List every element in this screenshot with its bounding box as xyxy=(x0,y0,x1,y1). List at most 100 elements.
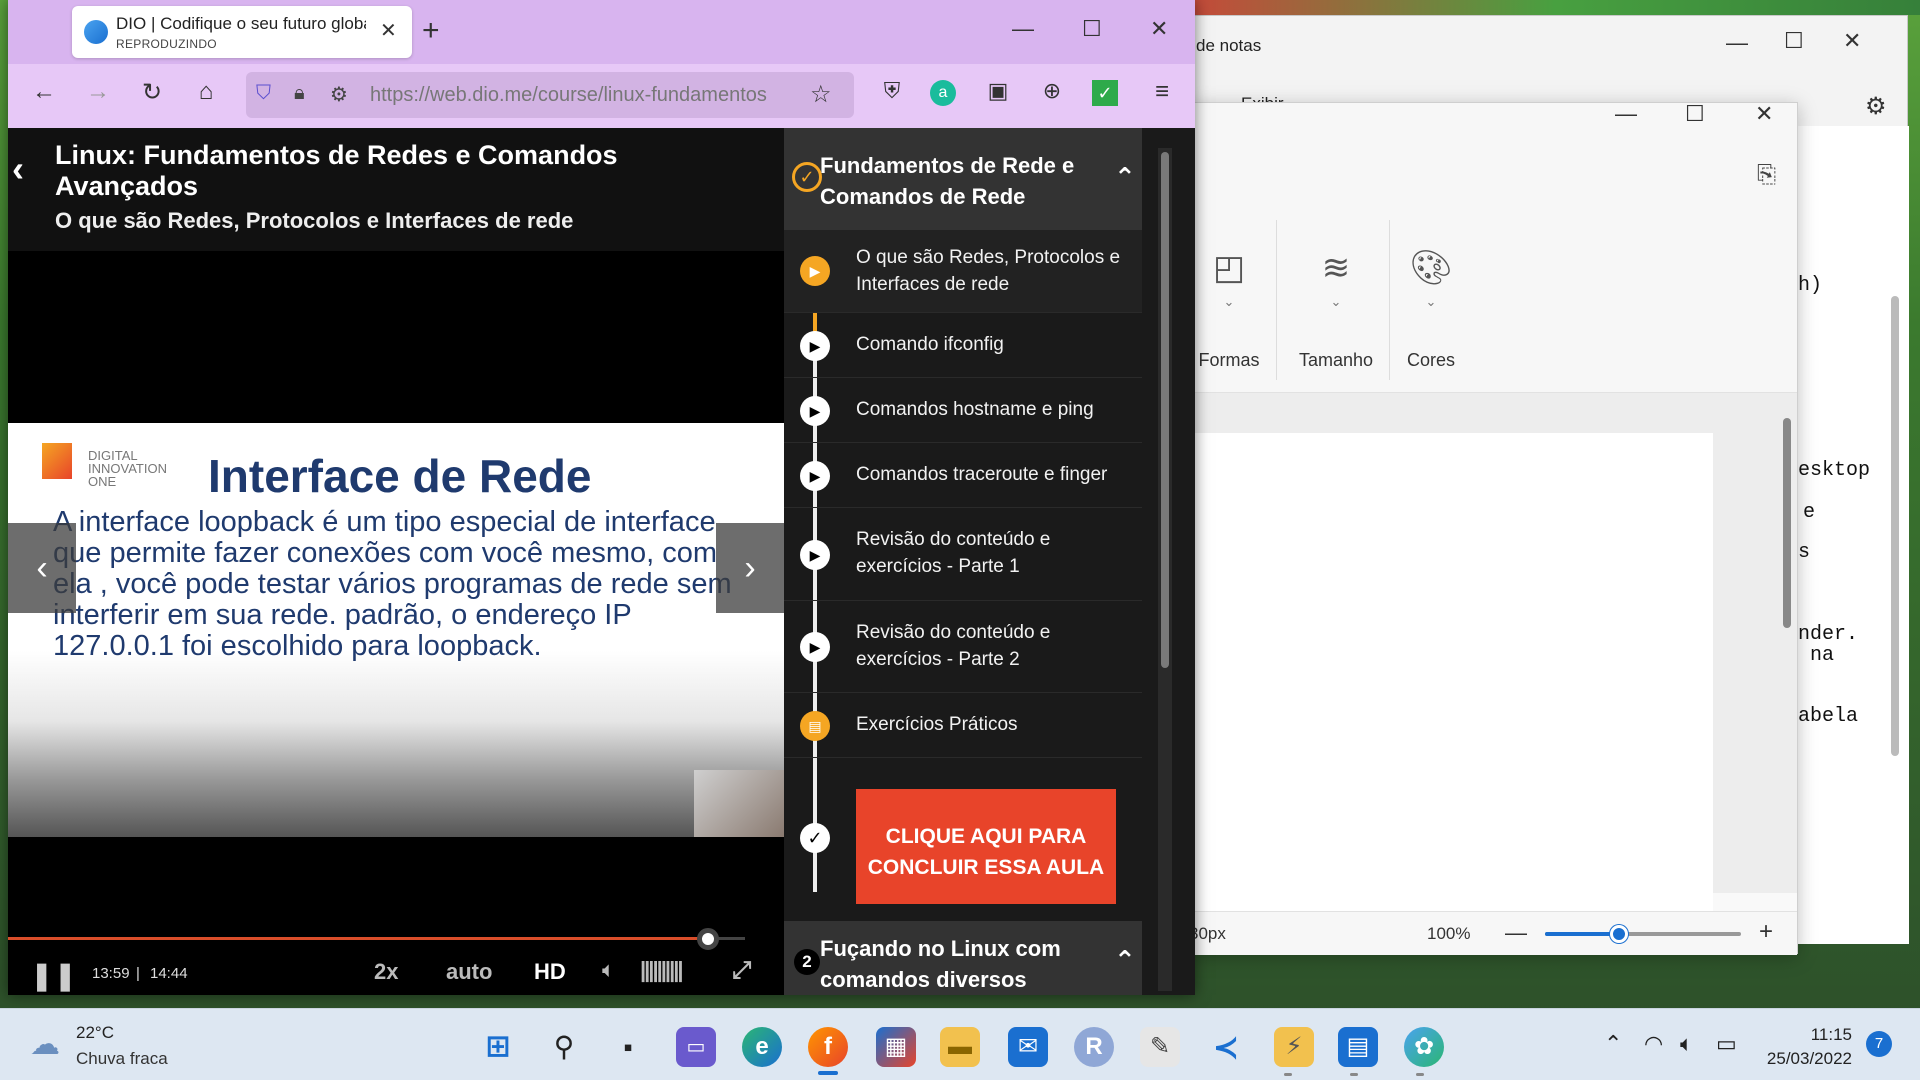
volume-level-bars[interactable]: |||||||||| xyxy=(640,957,684,983)
lesson-item[interactable]: ▶ Comando ifconfig xyxy=(784,313,1142,378)
lesson-item[interactable]: ▶ Revisão do conteúdo e exercícios - Par… xyxy=(784,601,1142,693)
size-tool[interactable]: ≋ ⌄ Tamanho xyxy=(1281,248,1391,371)
firefox-icon[interactable]: f xyxy=(808,1027,848,1067)
close-icon[interactable]: ✕ xyxy=(1150,16,1168,42)
tab-dio[interactable]: DIO | Codifique o seu futuro global REPR… xyxy=(72,6,412,58)
close-tab-icon[interactable]: ✕ xyxy=(380,18,397,43)
zoom-slider-fill xyxy=(1545,932,1620,936)
collapse-chevron-icon[interactable]: ⌃ xyxy=(1114,945,1136,976)
colors-tool[interactable]: 🎨︎ ⌄ Cores xyxy=(1391,248,1471,371)
menu-icon[interactable]: ≡ xyxy=(1146,78,1178,106)
maximize-icon[interactable]: ☐ xyxy=(1685,101,1705,127)
back-icon[interactable]: ← xyxy=(28,78,60,106)
collapse-chevron-icon[interactable]: ⌃ xyxy=(1114,162,1136,193)
weather-description[interactable]: Chuva fraca xyxy=(76,1049,168,1069)
extension-search-icon[interactable]: ⊕ xyxy=(1036,78,1068,104)
complete-lesson-button[interactable]: CLIQUE AQUI PARA CONCLUIR ESSA AULA xyxy=(856,789,1116,904)
shield-icon[interactable]: ⛉ xyxy=(256,82,271,105)
task-view-icon[interactable]: ▪ xyxy=(608,1027,648,1067)
extension-a-icon[interactable]: a xyxy=(930,80,956,106)
lesson-label: Exercícios Práticos xyxy=(856,714,1018,735)
edge-icon[interactable]: e xyxy=(742,1027,782,1067)
volume-icon[interactable]: 🔈︎ xyxy=(602,957,615,983)
quality-auto-button[interactable]: auto xyxy=(446,959,492,985)
chat-icon[interactable]: ▭ xyxy=(676,1027,716,1067)
weather-icon[interactable]: ☁ xyxy=(30,1027,60,1062)
share-icon[interactable]: ⎘ xyxy=(1757,161,1776,189)
maximize-icon[interactable]: ☐ xyxy=(1784,28,1804,54)
lesson-label: Comandos traceroute e finger xyxy=(856,464,1108,485)
reload-icon[interactable]: ↻ xyxy=(136,78,168,107)
system-clock[interactable]: 11:15 25/03/2022 xyxy=(1752,1023,1852,1071)
video-progress-thumb[interactable] xyxy=(697,928,720,950)
store-icon[interactable]: ▦ xyxy=(876,1027,916,1067)
back-chevron-icon[interactable]: ‹ xyxy=(12,148,24,190)
video-progress-bar[interactable] xyxy=(8,937,745,940)
chevron-down-icon: ⌄ xyxy=(1330,294,1342,309)
chevron-down-icon: ⌄ xyxy=(1425,294,1437,309)
paint-icon[interactable]: ✿ xyxy=(1404,1027,1444,1067)
slide-heading: Interface de Rede xyxy=(208,450,592,502)
section-header-1[interactable]: ✓ Fundamentos de Rede e Comandos de Rede… xyxy=(784,128,1142,230)
network-app-icon[interactable]: ⚡ xyxy=(1274,1027,1314,1067)
current-time: 13:59 xyxy=(92,965,130,982)
volume-icon[interactable]: 🔈︎ xyxy=(1680,1031,1693,1057)
chevron-up-icon[interactable]: ⌃ xyxy=(1604,1031,1622,1057)
notepad-icon[interactable]: ▤ xyxy=(1338,1027,1378,1067)
address-bar[interactable]: ⛉ 🔒︎ ⚙ https://web.dio.me/course/linux-f… xyxy=(246,72,854,118)
lesson-item[interactable]: ▤ Exercícios Práticos xyxy=(784,693,1142,758)
lesson-item[interactable]: ▶ O que são Redes, Protocolos e Interfac… xyxy=(784,230,1142,313)
paint-canvas[interactable] xyxy=(1191,433,1713,911)
zoom-in-icon[interactable]: + xyxy=(1759,918,1773,946)
notepad-app-icon[interactable]: ✎ xyxy=(1140,1027,1180,1067)
speed-button[interactable]: 2x xyxy=(374,959,398,985)
forward-icon[interactable]: → xyxy=(82,78,114,106)
minimize-icon[interactable]: — xyxy=(1012,16,1034,42)
document-icon: ▤ xyxy=(800,711,830,741)
maximize-icon[interactable]: ☐ xyxy=(1082,16,1102,42)
search-icon[interactable]: ⚲ xyxy=(544,1027,584,1067)
notepad-scrollbar[interactable] xyxy=(1891,296,1899,756)
minimize-icon[interactable]: — xyxy=(1615,101,1637,127)
windows-start-icon[interactable]: ⊞ xyxy=(478,1027,518,1067)
next-lesson-button[interactable]: › xyxy=(716,523,784,613)
extension-check-icon[interactable]: ✓ xyxy=(1092,80,1118,106)
sidebar-scrollbar[interactable] xyxy=(1161,152,1169,668)
home-icon[interactable]: ⌂ xyxy=(190,78,222,106)
bookmark-star-icon[interactable]: ☆ xyxy=(810,80,832,109)
notification-badge[interactable]: 7 xyxy=(1866,1031,1892,1057)
permissions-icon[interactable]: ⚙ xyxy=(330,82,348,107)
lesson-item[interactable]: ▶ Comandos traceroute e finger xyxy=(784,443,1142,508)
pause-icon[interactable]: ❚❚ xyxy=(30,959,77,992)
zoom-slider-thumb[interactable] xyxy=(1610,925,1629,943)
lock-icon[interactable]: 🔒︎ xyxy=(294,82,305,105)
tab-bar: DIO | Codifique o seu futuro global REPR… xyxy=(8,0,1195,64)
extension-box-icon[interactable]: ▣ xyxy=(982,78,1014,104)
new-tab-icon[interactable]: + xyxy=(422,14,440,48)
close-icon[interactable]: ✕ xyxy=(1755,101,1773,127)
mail-icon[interactable]: ✉ xyxy=(1008,1027,1048,1067)
fullscreen-icon[interactable]: ⤢ xyxy=(732,957,751,985)
gear-icon[interactable]: ⚙ xyxy=(1865,92,1887,121)
wifi-icon[interactable]: ◠ xyxy=(1644,1031,1663,1057)
battery-icon[interactable]: ▭ xyxy=(1716,1031,1737,1057)
close-icon[interactable]: ✕ xyxy=(1843,28,1861,54)
previous-lesson-button[interactable]: ‹ xyxy=(8,523,76,613)
paint-scrollbar[interactable] xyxy=(1783,418,1791,628)
zoom-out-icon[interactable]: — xyxy=(1505,920,1527,946)
hd-button[interactable]: HD xyxy=(534,959,566,985)
lesson-item[interactable]: ▶ Comandos hostname e ping xyxy=(784,378,1142,443)
zoom-slider[interactable] xyxy=(1545,925,1741,943)
lesson-item[interactable]: ▶ Revisão do conteúdo e exercícios - Par… xyxy=(784,508,1142,601)
section-header-2[interactable]: 2 Fuçando no Linux com comandos diversos… xyxy=(784,921,1142,995)
weather-temperature[interactable]: 22°C xyxy=(76,1023,114,1043)
minimize-icon[interactable]: — xyxy=(1726,30,1748,56)
vscode-icon[interactable]: ≺ xyxy=(1206,1027,1246,1067)
pocket-icon[interactable]: ⛨ xyxy=(876,78,908,104)
r-app-icon[interactable]: R xyxy=(1074,1027,1114,1067)
tab-playing-status: REPRODUZINDO xyxy=(116,37,217,51)
file-explorer-icon[interactable]: ▬ xyxy=(940,1027,980,1067)
dio-logo-icon xyxy=(42,443,72,479)
shapes-tool[interactable]: ◰ ⌄ Formas xyxy=(1189,248,1269,371)
course-sidebar: ✓ Fundamentos de Rede e Comandos de Rede… xyxy=(784,128,1195,995)
